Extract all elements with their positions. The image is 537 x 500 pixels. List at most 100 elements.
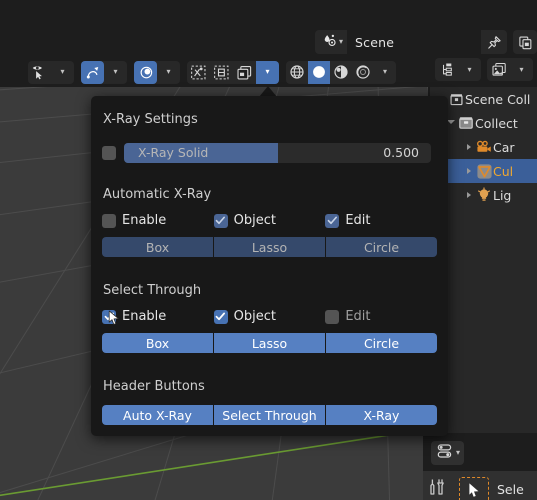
overlays-dropdown[interactable]: ▾ — [256, 60, 279, 84]
scene-selector-block: ▾ Scene — [314, 27, 537, 57]
xray-solid-slider[interactable]: X-Ray Solid 0.500 — [124, 143, 431, 163]
header-buttons-row: Auto X-Ray Select Through X-Ray — [91, 405, 448, 425]
disclosure-triangle[interactable] — [462, 168, 475, 174]
scene-collection-icon — [447, 92, 465, 107]
xray-settings-popup: X-Ray Settings X-Ray Solid 0.500 Automat… — [91, 96, 448, 436]
snap-toggle-button[interactable] — [81, 60, 104, 84]
outliner-display-mode-button[interactable] — [435, 58, 458, 81]
camera-icon — [475, 140, 493, 154]
show-overlays-button[interactable] — [233, 61, 256, 84]
outliner-label: Collect — [475, 115, 518, 131]
proportional-edit-dropdown[interactable]: ▾ — [157, 61, 180, 84]
select-through-checkbox-row: Enable Object Edit — [91, 309, 448, 324]
auto-xray-circle-button[interactable]: Circle — [326, 237, 437, 257]
shading-solid-button[interactable] — [308, 60, 330, 84]
check-icon — [215, 216, 226, 225]
active-tool-button[interactable] — [459, 477, 489, 500]
collection-icon — [457, 115, 475, 131]
chevron-down-icon: ▾ — [60, 67, 65, 76]
pin-icon — [487, 35, 501, 49]
select-through-circle-button[interactable]: Circle — [326, 333, 437, 353]
pin-scene-button[interactable] — [481, 30, 507, 54]
outliner-filter-dropdown[interactable]: ▾ — [510, 58, 533, 81]
section-title-automatic-xray: Automatic X-Ray — [103, 187, 212, 202]
shading-material-preview-button[interactable] — [330, 61, 352, 84]
auto-xray-lasso-button[interactable]: Lasso — [214, 237, 326, 257]
snap-dropdown[interactable]: ▾ — [104, 61, 127, 84]
header-select-through-button[interactable]: Select Through — [214, 405, 326, 425]
checkbox-label: Edit — [345, 213, 371, 228]
scene-name-field[interactable]: Scene — [347, 30, 481, 54]
select-through-edit-checkbox[interactable]: Edit — [325, 309, 437, 324]
scene-browse-button[interactable]: ▾ — [315, 30, 347, 54]
auto-xray-edit-checkbox[interactable]: Edit — [325, 213, 437, 228]
object-visibility-button[interactable] — [28, 61, 51, 84]
scene-icon — [322, 33, 337, 52]
outliner-label: Cul — [493, 163, 514, 179]
select-through-object-checkbox[interactable]: Object — [213, 309, 326, 324]
transform-pivot-button[interactable] — [210, 61, 233, 84]
shading-solid-icon — [313, 66, 325, 78]
scene-control: ▾ Scene — [314, 30, 507, 54]
auto-xray-object-checkbox[interactable]: Object — [213, 213, 326, 228]
auto-xray-enable-checkbox[interactable]: Enable — [102, 213, 214, 228]
header-xray-button[interactable]: X-Ray — [326, 405, 437, 425]
overlay-group: ▾ — [187, 60, 279, 84]
proportional-edit-group: ▾ — [134, 60, 180, 84]
select-through-buttons-row: Box Lasso Circle — [91, 333, 448, 353]
outliner-label: Car — [493, 139, 515, 155]
checkbox-label: Edit — [345, 309, 371, 324]
checkbox-label: Object — [233, 309, 277, 324]
automatic-xray-mode-buttons: Box Lasso Circle — [102, 237, 437, 257]
light-icon — [475, 187, 493, 203]
select-through-lasso-button[interactable]: Lasso — [214, 333, 326, 353]
checkbox-label: Enable — [122, 309, 167, 324]
check-icon — [215, 312, 226, 321]
automatic-xray-buttons-row: Box Lasso Circle — [91, 237, 448, 257]
chevron-down-icon: ▾ — [382, 67, 387, 76]
xray-solid-row: X-Ray Solid 0.500 — [91, 143, 448, 163]
popup-title: X-Ray Settings — [103, 112, 198, 127]
proportional-editing-icon — [140, 66, 152, 78]
xray-solid-checkbox[interactable] — [102, 146, 116, 160]
new-scene-button[interactable] — [513, 30, 537, 54]
tool-tab-button[interactable] — [428, 477, 446, 500]
editor-type-button[interactable]: ▾ — [431, 441, 465, 465]
select-through-box-button[interactable]: Box — [102, 333, 214, 353]
checkbox-box — [325, 213, 340, 228]
outliner-filter-button[interactable] — [487, 58, 510, 81]
outliner-filter-icon — [491, 62, 506, 76]
header-auto-xray-button[interactable]: Auto X-Ray — [102, 405, 214, 425]
chevron-down-icon: ▾ — [166, 67, 171, 76]
properties-editor: ▾ Sele — [423, 433, 537, 500]
snap-magnet-icon — [86, 66, 98, 78]
select-through-mode-buttons: Box Lasso Circle — [102, 333, 437, 353]
chevron-down-icon: ▾ — [456, 448, 461, 457]
object-visibility-group: ▾ — [28, 60, 74, 84]
application-topbar — [0, 0, 537, 26]
object-visibility-icon — [32, 65, 42, 79]
auto-xray-box-button[interactable]: Box — [102, 237, 214, 257]
toggle-xray-icon — [191, 65, 206, 79]
checkbox-label: Object — [233, 213, 277, 228]
tool-tab-icon — [430, 479, 444, 495]
shading-dropdown[interactable]: ▾ — [374, 61, 396, 84]
shading-wireframe-icon — [290, 65, 304, 79]
automatic-xray-checkbox-row: Enable Object Edit — [91, 213, 448, 228]
shading-rendered-button[interactable] — [352, 61, 374, 84]
proportional-edit-button[interactable] — [134, 60, 157, 84]
properties-editor-icon — [437, 443, 454, 463]
outliner-display-dropdown[interactable]: ▾ — [458, 58, 481, 81]
outliner-label: Scene Coll — [465, 91, 531, 107]
active-tool-label: Sele — [497, 482, 524, 497]
outliner-display-mode-icon — [442, 63, 452, 76]
disclosure-triangle[interactable] — [462, 192, 475, 198]
outliner-filter-group: ▾ — [487, 58, 533, 81]
blender-window: ▾ Scene ▾ ▾ ▾ ▾ ▾ ▾ ▾ Scene Coll Collect… — [0, 0, 537, 500]
toggle-xray-button[interactable] — [187, 61, 210, 84]
object-visibility-dropdown[interactable]: ▾ — [51, 61, 74, 84]
disclosure-triangle[interactable] — [462, 144, 475, 150]
show-overlays-icon — [237, 65, 252, 79]
chevron-down-icon: ▾ — [338, 37, 343, 46]
shading-wireframe-button[interactable] — [286, 61, 308, 84]
